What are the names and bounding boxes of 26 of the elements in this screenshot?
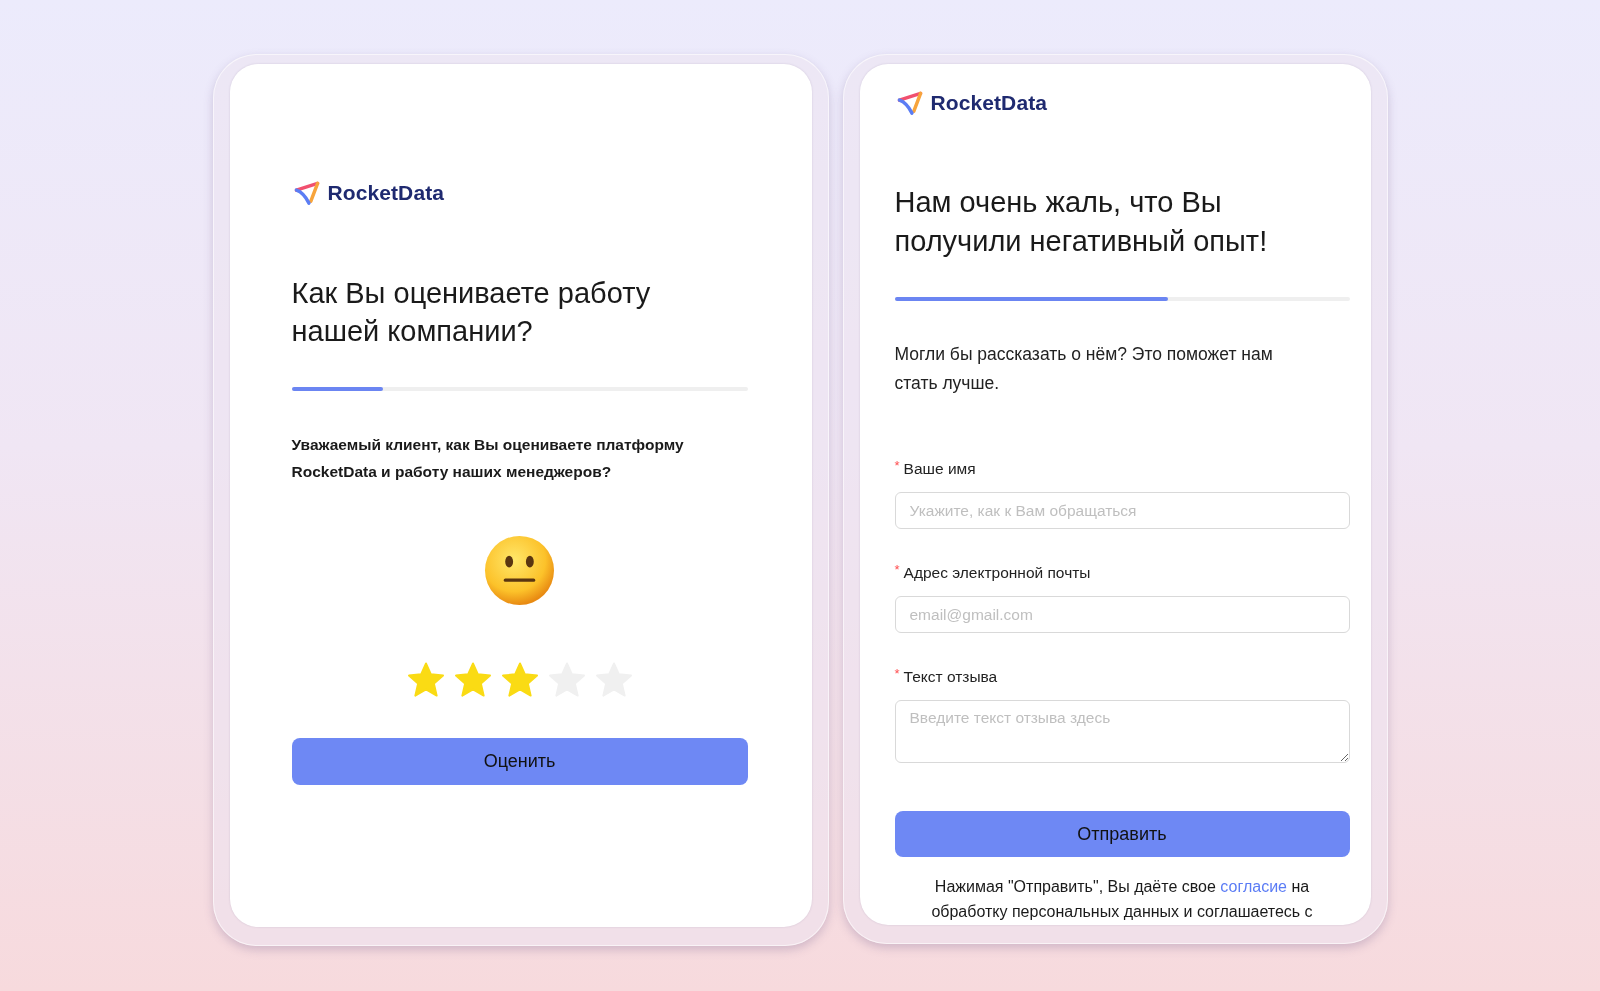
required-asterisk: * <box>894 459 900 473</box>
question-text: Уважаемый клиент, как Вы оцениваете платформу RocketData и работу наших менеджеров? <box>291 435 685 482</box>
star-icon[interactable] <box>500 662 539 698</box>
field-label: Адрес электронной почты <box>903 563 1091 583</box>
consent-text: Нажимая "Отправить", Вы даёте свое согласие на обработку персональных данных и соглашаетесь с <box>930 877 1314 922</box>
required-asterisk: * <box>894 667 900 681</box>
rate-button[interactable]: Оценить <box>291 738 748 785</box>
star-icon[interactable] <box>406 662 445 698</box>
neutral-face-icon <box>484 535 555 606</box>
star-icon[interactable] <box>453 662 492 698</box>
field-label: Текст отзыва <box>903 667 998 687</box>
brand-name: RocketData <box>327 181 445 205</box>
intro-text: Могли бы рассказать о нём? Это поможет нам стать лучше. <box>894 343 1274 395</box>
input-field[interactable]: email@gmail.com <box>894 596 1350 633</box>
brand-name: RocketData <box>930 91 1048 115</box>
consent-link[interactable]: согласие <box>1220 878 1287 895</box>
star-rating[interactable] <box>406 662 633 698</box>
feedback-title: Нам очень жаль, что Вы получили негативный опыт! <box>894 185 1269 259</box>
required-asterisk: * <box>894 563 900 577</box>
logo-icon <box>293 180 321 206</box>
survey-title: Как Вы оцениваете работу нашей компании? <box>291 276 652 349</box>
textarea-field[interactable]: Введите текст отзыва здесь <box>894 700 1350 763</box>
input-field[interactable]: Укажите, как к Вам обращаться <box>894 492 1350 529</box>
field-label: Ваше имя <box>903 459 976 479</box>
submit-button[interactable]: Отправить <box>894 811 1350 857</box>
logo-icon <box>896 90 924 116</box>
